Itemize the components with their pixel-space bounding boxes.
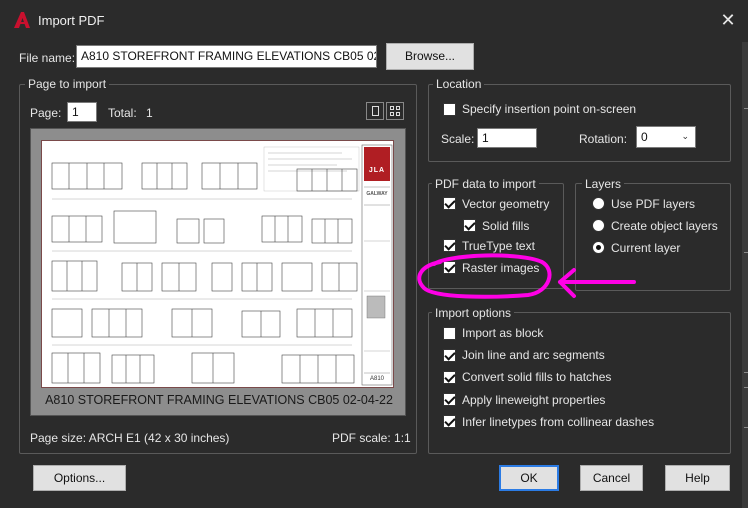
total-value: 1 [146,106,153,120]
scale-field[interactable]: 1 [477,128,537,148]
location-title: Location [433,77,485,91]
import-options-title: Import options [432,306,515,320]
page-to-import-title: Page to import [25,77,110,91]
solid-fills-checkbox[interactable] [463,219,476,232]
annotation-overlay [417,253,636,299]
single-page-view-icon[interactable] [366,102,384,120]
join-line-arc-label: Join line and arc segments [462,348,605,362]
create-object-layers-label: Create object layers [611,219,718,233]
convert-fills-label: Convert solid fills to hatches [462,370,612,384]
file-name-label: File name: [19,51,76,65]
thumbnail-grid-view-icon[interactable] [386,102,404,120]
pdf-scale-text: PDF scale: 1:1 [332,431,411,445]
join-line-arc-checkbox[interactable] [443,349,456,362]
specify-insertion-checkbox[interactable] [443,103,456,116]
options-button[interactable]: Options... [33,465,126,491]
preview-caption: A810 STOREFRONT FRAMING ELEVATIONS CB05 … [45,393,393,407]
apply-lineweight-checkbox[interactable] [443,393,456,406]
sheet-project-name: GALWAY [366,191,388,197]
location-group [428,84,731,162]
create-object-layers-radio[interactable] [592,219,605,232]
apply-lineweight-label: Apply lineweight properties [462,393,606,407]
pdf-page-thumbnail: JLA GALWAY A810 [41,140,394,388]
use-pdf-layers-label: Use PDF layers [611,197,696,211]
browse-button[interactable]: Browse... [386,43,474,70]
rotation-label: Rotation: [579,132,628,146]
page-number-field[interactable]: 1 [67,102,97,122]
use-pdf-layers-radio[interactable] [592,197,605,210]
convert-fills-checkbox[interactable] [443,371,456,384]
title-bar: Import PDF ✕ [0,0,748,42]
ok-button[interactable]: OK [499,465,559,491]
sheet-number: A810 [369,376,384,382]
scale-label: Scale: [441,132,475,146]
rotation-value: 0 [641,130,648,144]
annotation-ellipse [417,253,552,299]
solid-fills-label: Solid fills [482,219,530,233]
vector-geometry-label: Vector geometry [462,197,550,211]
background-app-edge [742,42,748,508]
total-label: Total: [108,106,137,120]
help-button[interactable]: Help [665,465,730,491]
infer-linetypes-label: Infer linetypes from collinear dashes [462,415,655,429]
layers-title: Layers [582,177,625,191]
drawing-sheet-graphics [51,144,393,386]
window-title: Import PDF [38,13,105,28]
autocad-logo-icon [14,12,30,28]
infer-linetypes-checkbox[interactable] [443,415,456,428]
cancel-button[interactable]: Cancel [580,465,643,491]
sheet-logo-text: JLA [368,167,386,174]
close-icon[interactable]: ✕ [716,8,740,32]
specify-insertion-label: Specify insertion point on-screen [462,102,637,116]
rotation-select[interactable]: 0 ⌄ [636,126,696,148]
vector-geometry-checkbox[interactable] [443,197,456,210]
pdf-preview: JLA GALWAY A810 A810 STOREFRONT FRAMING … [30,128,406,416]
file-name-field[interactable]: A810 STOREFRONT FRAMING ELEVATIONS CB05 … [76,45,377,68]
import-as-block-label: Import as block [462,326,544,340]
page-size-text: Page size: ARCH E1 (42 x 30 inches) [30,431,230,445]
import-as-block-checkbox[interactable] [443,327,456,340]
pdf-data-title: PDF data to import [432,177,539,191]
annotation-arrow [558,268,636,298]
chevron-down-icon: ⌄ [681,131,689,141]
page-label: Page: [30,106,62,120]
